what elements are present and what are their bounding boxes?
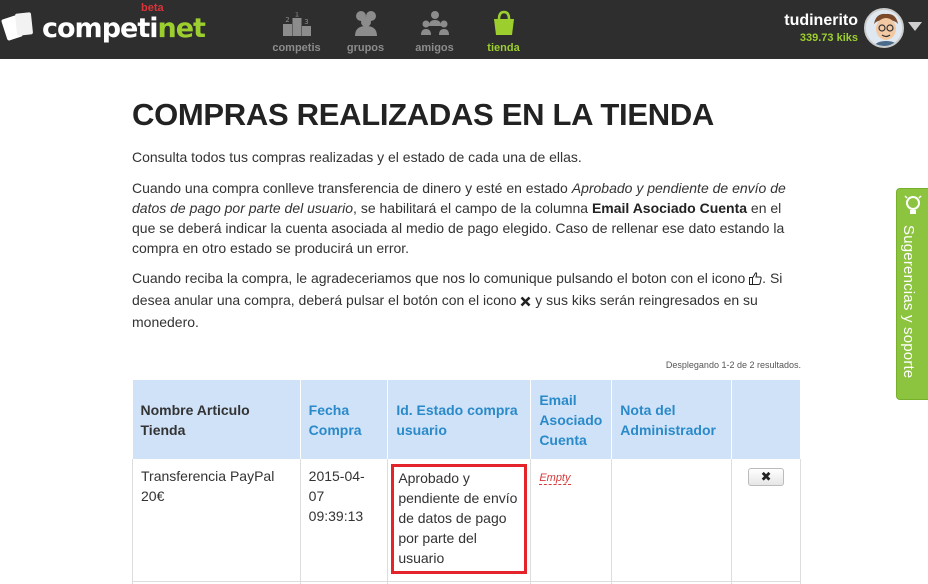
- nav-label-competis: competis: [272, 42, 321, 54]
- intro-text: Consulta todos tus compras realizadas y …: [132, 149, 582, 165]
- top-navigation-bar: competinet beta 213 competis grupos amig…: [0, 0, 928, 59]
- svg-text:3: 3: [304, 18, 308, 26]
- cell-actions: ✖: [731, 459, 801, 582]
- support-tab-label: Sugerencias y soporte: [900, 225, 917, 379]
- cell-articulo: Transferencia PayPal 20€: [132, 459, 301, 582]
- lightbulb-icon: [904, 195, 922, 222]
- svg-text:1: 1: [294, 12, 298, 19]
- logo-text: competinet: [42, 12, 206, 44]
- svg-text:2: 2: [285, 16, 289, 24]
- purchases-table: Nombre Articulo Tienda Fecha Compra Id. …: [132, 380, 801, 584]
- cell-estado: Aprobado y pendiente de envío de datos d…: [387, 459, 532, 582]
- results-summary: Desplegando 1-2 de 2 resultados.: [665, 360, 801, 370]
- icons-paragraph: Cuando reciba la compra, le agradeceriam…: [132, 270, 783, 330]
- cell-fecha: 2015-04-07 09:39:13: [300, 459, 389, 582]
- nav-item-amigos[interactable]: amigos: [400, 0, 469, 59]
- column-header-estado[interactable]: Id. Estado compra usuario: [387, 380, 532, 459]
- close-icon: [520, 292, 531, 312]
- avatar[interactable]: [864, 8, 904, 48]
- username: tudinerito: [784, 12, 858, 29]
- kiks-balance: 339.73 kiks: [799, 32, 858, 44]
- cards-logo-icon: [0, 9, 40, 43]
- chevron-down-icon[interactable]: [908, 22, 922, 31]
- main-nav: 213 competis grupos amigos tienda: [262, 0, 538, 59]
- column-header-fecha[interactable]: Fecha Compra: [300, 380, 389, 459]
- thumbs-up-icon: [749, 270, 762, 290]
- group-icon: [351, 10, 381, 36]
- user-info: tudinerito 339.73 kiks: [784, 11, 858, 45]
- nav-item-tienda[interactable]: tienda: [469, 0, 538, 59]
- nav-label-tienda: tienda: [487, 42, 520, 54]
- page-title: COMPRAS REALIZADAS EN LA TIENDA: [132, 97, 715, 132]
- status-highlight: Aprobado y pendiente de envío de datos d…: [391, 464, 528, 574]
- friends-icon: [420, 10, 450, 36]
- shopping-bag-icon: [489, 10, 519, 36]
- nav-item-competis[interactable]: 213 competis: [262, 0, 331, 59]
- podium-icon: 213: [282, 10, 312, 36]
- cell-nota: [611, 459, 733, 582]
- nav-item-grupos[interactable]: grupos: [331, 0, 400, 59]
- table-row: Transferencia PayPal 20€ 2015-04-07 09:3…: [132, 459, 801, 582]
- column-header-actions: [731, 380, 801, 459]
- email-editable-field[interactable]: Empty: [539, 472, 571, 485]
- cell-email: Empty: [530, 459, 613, 582]
- column-header-email[interactable]: Email Asociado Cuenta: [530, 380, 613, 459]
- column-header-articulo: Nombre Articulo Tienda: [132, 380, 301, 459]
- main-content: COMPRAS REALIZADAS EN LA TIENDA Consulta…: [132, 96, 802, 332]
- nav-label-grupos: grupos: [346, 42, 385, 54]
- support-side-tab[interactable]: Sugerencias y soporte: [896, 188, 928, 400]
- instructions-paragraph: Cuando una compra conlleve transferencia…: [132, 180, 786, 256]
- column-header-nota[interactable]: Nota del Administrador: [611, 380, 733, 459]
- beta-badge: beta: [141, 2, 164, 14]
- user-menu[interactable]: tudinerito 339.73 kiks: [784, 8, 904, 48]
- nav-label-amigos: amigos: [415, 42, 454, 54]
- competinet-logo[interactable]: competinet: [0, 6, 206, 46]
- cancel-purchase-button[interactable]: ✖: [748, 468, 785, 486]
